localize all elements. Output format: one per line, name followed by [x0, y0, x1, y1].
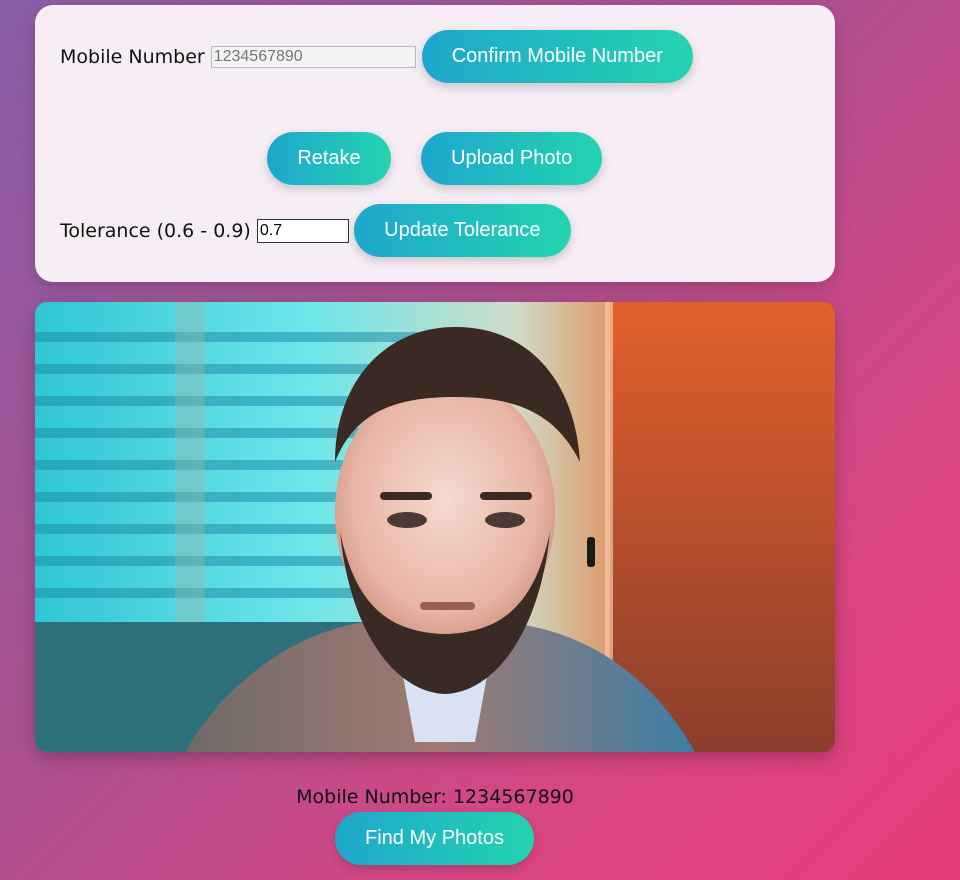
controls-panel: Mobile Number Confirm Mobile Number Reta… [35, 5, 835, 282]
update-tolerance-button[interactable]: Update Tolerance [353, 204, 571, 257]
retake-button[interactable]: Retake [267, 132, 391, 185]
mobile-number-display: Mobile Number: 1234567890 [296, 786, 574, 808]
tolerance-row: Tolerance (0.6 - 0.9) Update Tolerance [60, 204, 571, 257]
upload-photo-button[interactable]: Upload Photo [421, 132, 602, 185]
mobile-number-label: Mobile Number [60, 45, 205, 68]
find-my-photos-button[interactable]: Find My Photos [335, 812, 534, 865]
mobile-number-input[interactable] [210, 45, 416, 68]
captured-photo [35, 302, 835, 752]
tolerance-label: Tolerance (0.6 - 0.9) [60, 219, 251, 242]
mobile-row: Mobile Number Confirm Mobile Number [60, 30, 693, 83]
photo-actions-row: Retake Upload Photo [267, 132, 602, 185]
confirm-mobile-button[interactable]: Confirm Mobile Number [421, 30, 693, 83]
tolerance-input[interactable] [256, 218, 349, 243]
webcam-photo-icon [35, 302, 835, 752]
